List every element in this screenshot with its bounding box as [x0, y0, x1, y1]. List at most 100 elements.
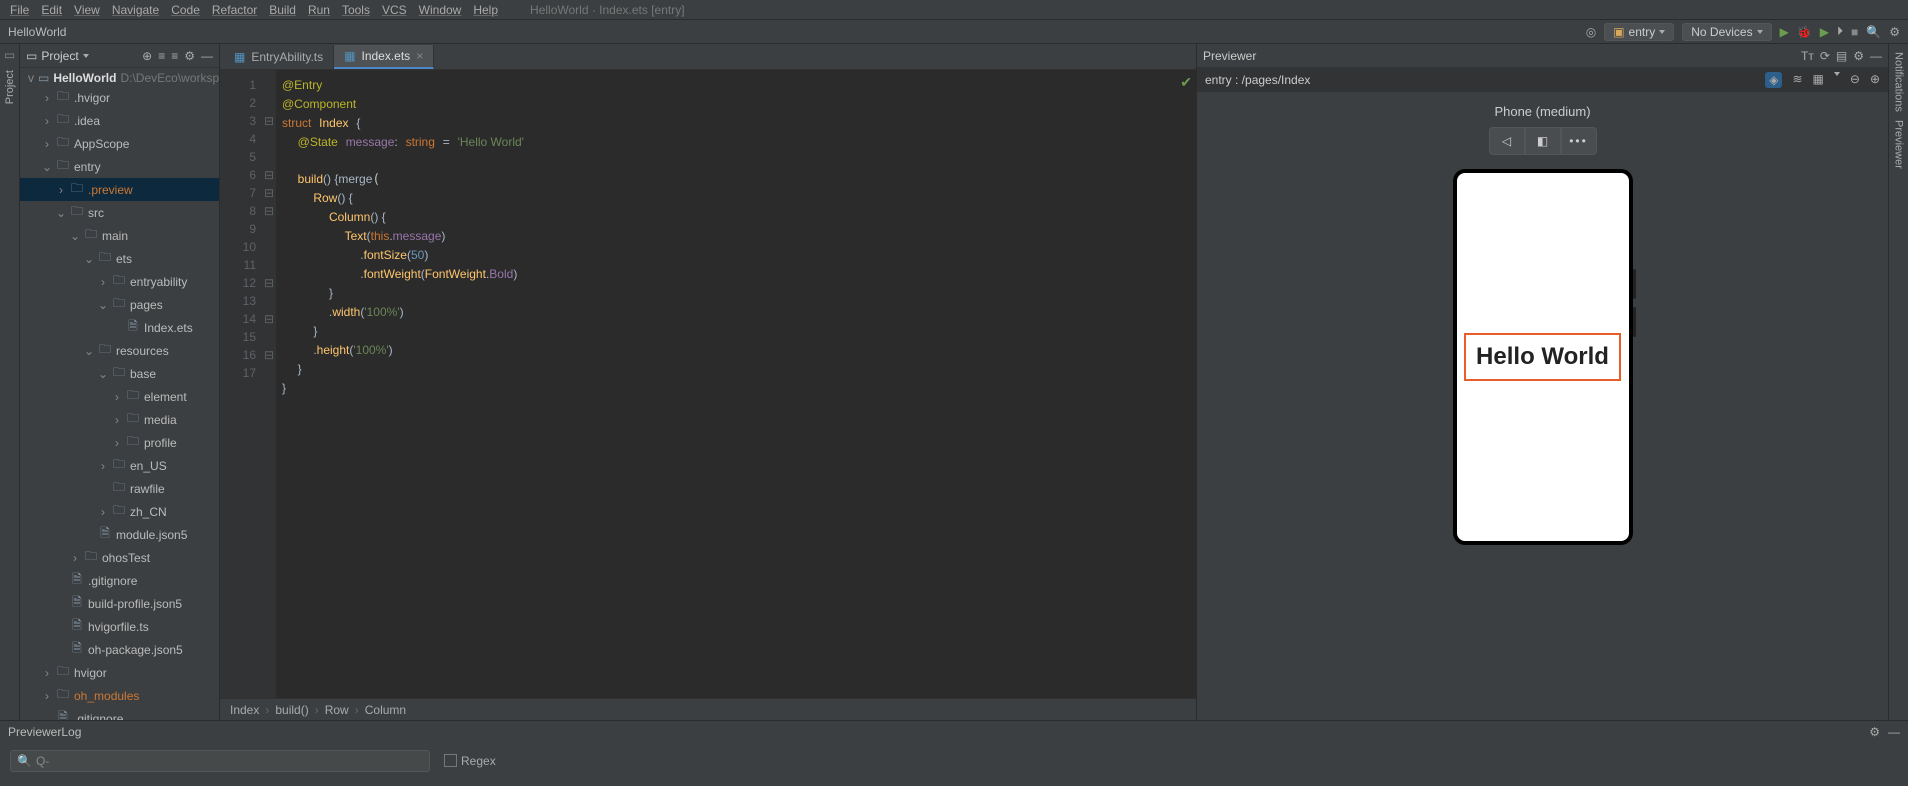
menu-navigate[interactable]: Navigate: [108, 3, 163, 17]
project-tree[interactable]: v▭HelloWorld D:\DevEco\workspace›🗀.hvigo…: [20, 68, 219, 720]
preview-text-selected[interactable]: Hello World: [1464, 333, 1621, 381]
sync-icon[interactable]: ◎: [1586, 25, 1596, 39]
tree-item[interactable]: ›🗀.idea: [20, 109, 219, 132]
gear-icon[interactable]: [1889, 25, 1900, 39]
run-button[interactable]: ▶: [1780, 25, 1789, 39]
tree-item[interactable]: 🗎hvigorfile.ts: [20, 615, 219, 638]
layers-icon[interactable]: ≋: [1792, 72, 1802, 88]
collapse-icon[interactable]: ≡: [171, 49, 178, 63]
project-breadcrumb[interactable]: HelloWorld: [8, 25, 66, 39]
hide-icon[interactable]: —: [1870, 49, 1882, 63]
previewer-path: entry : /pages/Index: [1205, 73, 1310, 87]
crumb-column[interactable]: Column: [365, 703, 406, 717]
zoom-in-icon[interactable]: ⊕: [1870, 72, 1880, 88]
tree-root[interactable]: v▭HelloWorld D:\DevEco\workspace: [20, 70, 219, 86]
tree-item[interactable]: 🗎.gitignore: [20, 569, 219, 592]
locate-icon[interactable]: ⊕: [142, 49, 152, 63]
menu-run[interactable]: Run: [304, 3, 334, 17]
chevron-down-icon[interactable]: [83, 54, 89, 58]
menu-file[interactable]: File: [6, 3, 33, 17]
previewer-log-panel: PreviewerLog — 🔍 Q- Regex: [0, 720, 1908, 778]
tree-item[interactable]: ›🗀en_US: [20, 454, 219, 477]
coverage-button[interactable]: ▶: [1820, 25, 1829, 39]
tt-icon[interactable]: Tт: [1801, 49, 1814, 63]
menu-edit[interactable]: Edit: [37, 3, 66, 17]
tab-index[interactable]: ▦ Index.ets ×: [334, 45, 434, 69]
crumb-build[interactable]: build(): [275, 703, 308, 717]
log-panel-title[interactable]: PreviewerLog: [8, 725, 81, 739]
tree-item[interactable]: ›🗀profile: [20, 431, 219, 454]
right-strip-notifications[interactable]: Notifications: [1893, 48, 1905, 116]
tree-item[interactable]: ›🗀.hvigor: [20, 86, 219, 109]
tree-item[interactable]: ›🗀media: [20, 408, 219, 431]
menu-build[interactable]: Build: [265, 3, 300, 17]
tree-item[interactable]: ⌄🗀base: [20, 362, 219, 385]
phone-screen[interactable]: Hello World: [1457, 173, 1629, 541]
menu-vcs[interactable]: VCS: [378, 3, 411, 17]
tree-item[interactable]: ›🗀ohosTest: [20, 546, 219, 569]
folder-icon[interactable]: ▭: [4, 48, 15, 62]
grid-icon[interactable]: ▦: [1813, 72, 1824, 88]
crumb-index[interactable]: Index: [230, 703, 259, 717]
tree-item[interactable]: 🗀rawfile: [20, 477, 219, 500]
more-button[interactable]: •••: [1561, 127, 1597, 155]
refresh-icon[interactable]: ⟳: [1820, 49, 1830, 63]
fold-gutter[interactable]: ⊟ ⊟⊟⊟ ⊟ ⊟ ⊟: [262, 70, 276, 698]
filter-icon[interactable]: ▤: [1836, 49, 1847, 63]
gear-icon[interactable]: [1869, 725, 1880, 739]
main-menu-bar: File Edit View Navigate Code Refactor Bu…: [0, 0, 1908, 20]
tree-item[interactable]: ›🗀entryability: [20, 270, 219, 293]
menu-window[interactable]: Window: [415, 3, 466, 17]
back-button[interactable]: ◁: [1489, 127, 1525, 155]
crumb-row[interactable]: Row: [325, 703, 349, 717]
tab-entryability[interactable]: ▦ EntryAbility.ts: [224, 45, 334, 69]
tree-item[interactable]: ›🗀zh_CN: [20, 500, 219, 523]
rotate-button[interactable]: ◧: [1525, 127, 1561, 155]
tree-item[interactable]: ⌄🗀ets: [20, 247, 219, 270]
tree-item[interactable]: ⌄🗀src: [20, 201, 219, 224]
zoom-out-icon[interactable]: ⊖: [1850, 72, 1860, 88]
tree-item[interactable]: ›🗀AppScope: [20, 132, 219, 155]
menu-refactor[interactable]: Refactor: [208, 3, 261, 17]
menu-view[interactable]: View: [70, 3, 104, 17]
hide-icon[interactable]: —: [1888, 725, 1900, 739]
tree-item[interactable]: 🗎build-profile.json5: [20, 592, 219, 615]
menu-tools[interactable]: Tools: [338, 3, 374, 17]
tree-item[interactable]: 🗎.gitignore: [20, 707, 219, 720]
debug-button[interactable]: 🐞: [1797, 25, 1812, 39]
tree-item[interactable]: ›🗀element: [20, 385, 219, 408]
line-number-gutter: 1234567891011121314151617: [220, 70, 262, 698]
right-strip-previewer[interactable]: Previewer: [1893, 116, 1905, 173]
tree-item[interactable]: ⌄🗀entry: [20, 155, 219, 178]
tree-item[interactable]: ›🗀hvigor: [20, 661, 219, 684]
inspector-toggle[interactable]: ◈: [1765, 72, 1782, 88]
device-selector[interactable]: No Devices: [1682, 23, 1771, 41]
tree-item[interactable]: ⌄🗀pages: [20, 293, 219, 316]
editor-breadcrumb[interactable]: Index› build()› Row› Column: [220, 698, 1196, 720]
inspection-ok-icon[interactable]: ✔: [1180, 74, 1192, 91]
tree-item[interactable]: ›🗀.preview: [20, 178, 219, 201]
chevron-down-icon[interactable]: [1834, 72, 1840, 76]
log-search-input[interactable]: 🔍 Q-: [10, 750, 430, 772]
tree-item[interactable]: 🗎module.json5: [20, 523, 219, 546]
menu-code[interactable]: Code: [167, 3, 204, 17]
tree-item[interactable]: 🗎Index.ets: [20, 316, 219, 339]
gear-icon[interactable]: [184, 49, 195, 63]
tree-item[interactable]: ›🗀oh_modules: [20, 684, 219, 707]
close-icon[interactable]: ×: [416, 49, 423, 63]
menu-help[interactable]: Help: [469, 3, 502, 17]
search-icon[interactable]: 🔍: [1866, 25, 1881, 39]
tree-item[interactable]: 🗎oh-package.json5: [20, 638, 219, 661]
stop-button[interactable]: ■: [1851, 25, 1858, 39]
left-strip-project[interactable]: Project: [4, 66, 16, 108]
tree-item[interactable]: ⌄🗀resources: [20, 339, 219, 362]
tree-item[interactable]: ⌄🗀main: [20, 224, 219, 247]
hide-icon[interactable]: —: [201, 49, 213, 63]
attach-button[interactable]: ⏵: [1837, 24, 1843, 39]
run-config-selector[interactable]: ▣entry: [1604, 23, 1674, 41]
expand-icon[interactable]: ≡: [158, 49, 165, 63]
code-editor[interactable]: ✔ 1234567891011121314151617 ⊟ ⊟⊟⊟ ⊟ ⊟ ⊟ …: [220, 70, 1196, 698]
regex-checkbox[interactable]: Regex: [444, 754, 496, 768]
gear-icon[interactable]: [1853, 49, 1864, 63]
code-content[interactable]: @Entry @Component struct Index { @State …: [276, 70, 1196, 698]
